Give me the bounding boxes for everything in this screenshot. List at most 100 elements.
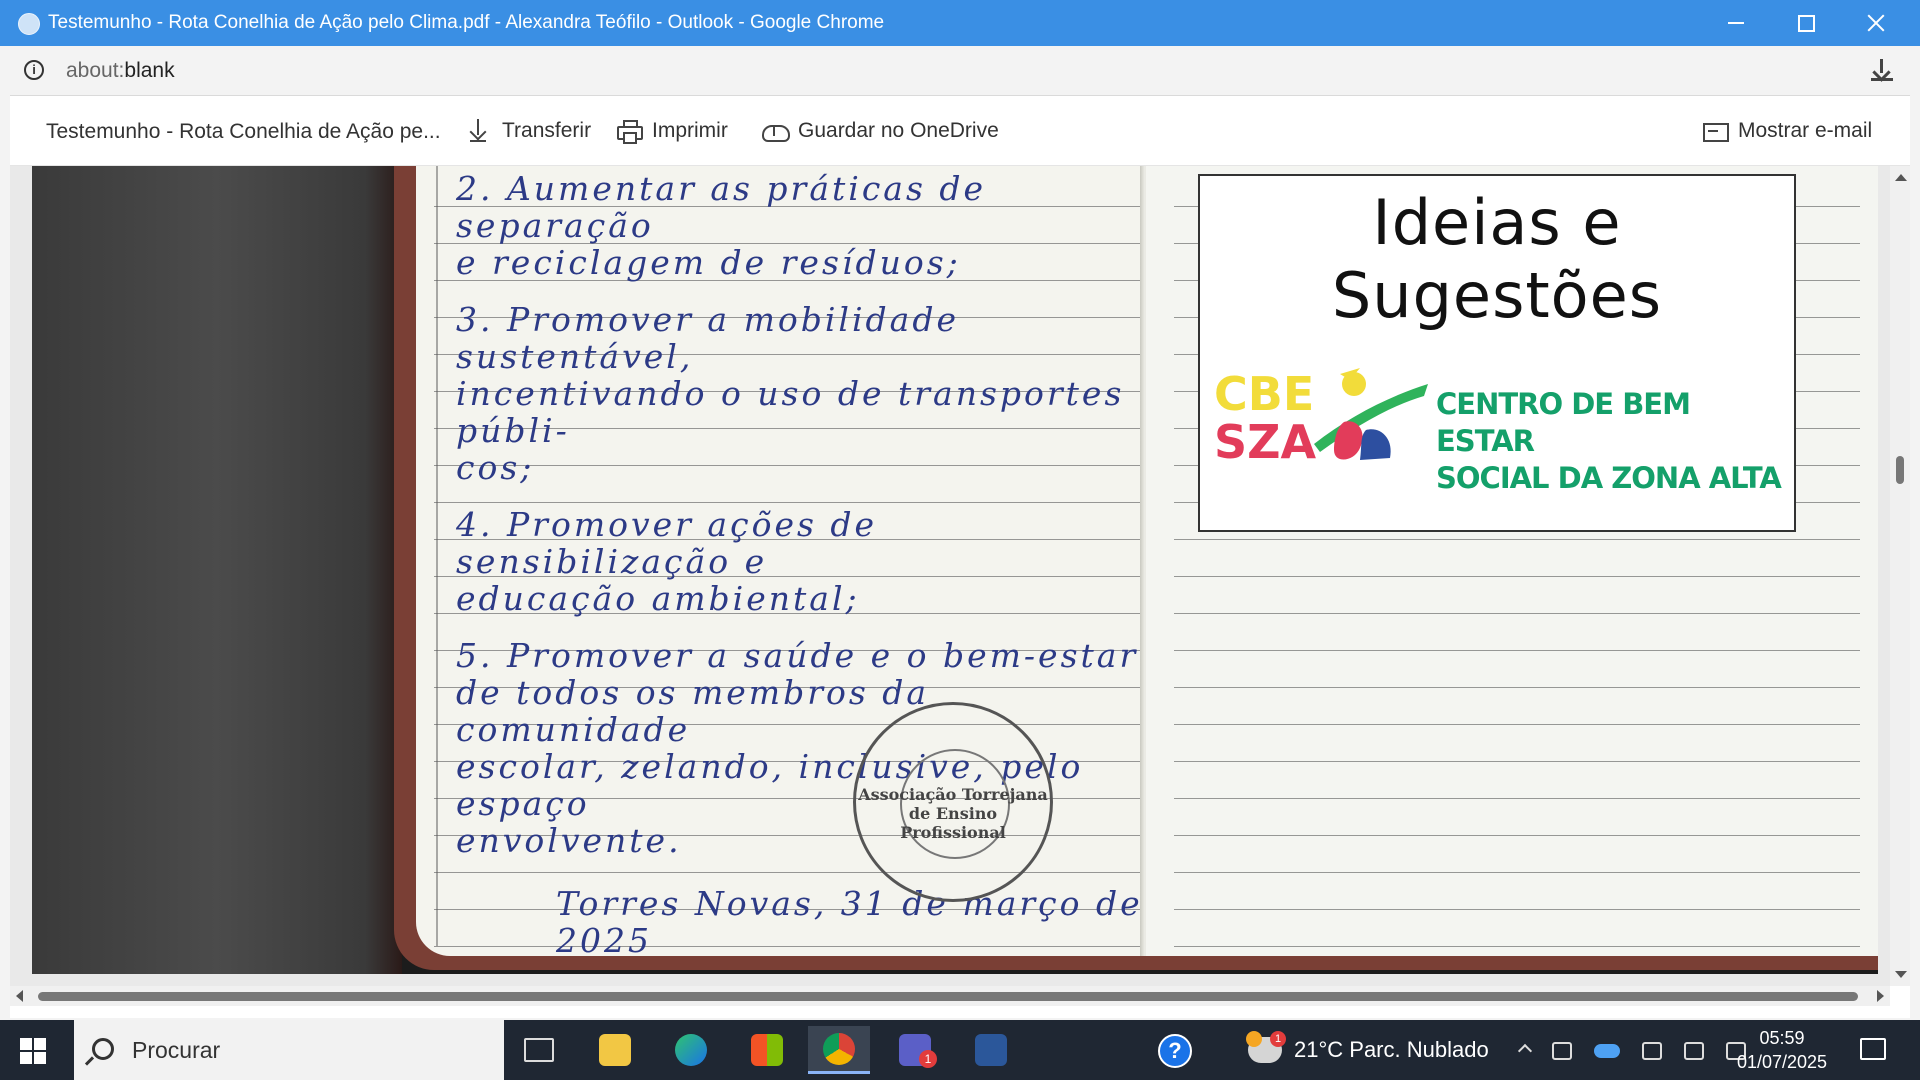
window-title: Testemunho - Rota Conelhia de Ação pelo … (48, 12, 885, 33)
weather-alert-badge: 1 (1270, 1031, 1286, 1047)
download-button[interactable]: Transferir (466, 118, 591, 144)
institution-stamp: Associação Torrejana de Ensino Profissio… (853, 702, 1053, 902)
scroll-left-arrow-icon[interactable] (16, 990, 23, 1002)
cloud-upload-icon (762, 118, 790, 144)
close-button[interactable] (1842, 0, 1910, 46)
handwritten-line: cos; (456, 448, 535, 487)
folder-icon (599, 1034, 631, 1066)
url-path: blank (124, 59, 175, 82)
handwritten-line: incentivando o uso de transportes públi- (456, 374, 1125, 450)
printer-icon (616, 118, 643, 144)
teams-icon: 1 (899, 1034, 937, 1068)
taskbar: Procurar 1 ? 1 21°C Parc. Nublado 05:59 … (0, 1020, 1920, 1080)
logo-name-line: SOCIAL DA ZONA ALTA (1436, 461, 1782, 495)
notifications-icon[interactable] (1860, 1038, 1886, 1060)
handwritten-text: 2. Aumentar as práticas de separação e r… (456, 170, 1156, 959)
system-tray (1517, 1038, 1746, 1064)
logo-abbr-line: CBE (1214, 367, 1315, 421)
camera-icon[interactable] (1642, 1042, 1662, 1060)
handwritten-line: 3. Promover a mobilidade sustentável, (456, 300, 959, 376)
weather-widget[interactable]: 1 21°C Parc. Nublado (1246, 1031, 1489, 1068)
logo-name-line: CENTRO DE BEM ESTAR (1436, 387, 1691, 458)
address-bar: i about:blank (10, 46, 1910, 96)
download-icon (466, 118, 492, 144)
print-label: Imprimir (652, 119, 728, 142)
pdf-viewer: Testemunho - Rota Conelhia de Ação pe...… (10, 96, 1910, 1018)
ideas-card: Ideias e Sugestões CBE SZA CENTRO DE BEM… (1198, 174, 1796, 532)
maximize-icon (1797, 14, 1815, 32)
vertical-scrollbar[interactable] (1890, 166, 1910, 986)
url-field[interactable]: about:blank (66, 59, 175, 83)
logo-figure-icon (1314, 368, 1428, 460)
taskbar-search[interactable]: Procurar (74, 1020, 504, 1080)
scroll-right-arrow-icon[interactable] (1877, 990, 1884, 1002)
handwritten-line: educação ambiental; (456, 579, 860, 618)
email-view-icon (1702, 118, 1729, 144)
edge-icon (675, 1034, 707, 1066)
teams-badge: 1 (919, 1050, 937, 1068)
horizontal-scrollbar[interactable] (10, 986, 1890, 1006)
logo-abbreviation: CBE SZA (1214, 370, 1316, 466)
notebook-left-page: 2. Aumentar as práticas de separação e r… (416, 166, 1168, 960)
handwritten-line: 4. Promover ações de sensibilização e (456, 505, 878, 581)
handwritten-line: 5. Promover a saúde e o bem-estar (456, 636, 1139, 675)
minimize-button[interactable] (1702, 0, 1770, 46)
scanned-page: 2. Aumentar as práticas de separação e r… (32, 166, 1878, 974)
handwritten-line: 2. Aumentar as práticas de separação (456, 169, 987, 245)
chevron-up-icon[interactable] (1517, 1043, 1533, 1059)
chrome-button[interactable] (808, 1026, 870, 1074)
task-view-icon (524, 1038, 554, 1062)
list-item: 4. Promover ações de sensibilização e ed… (456, 506, 1156, 617)
vertical-scroll-thumb[interactable] (1896, 456, 1904, 484)
help-icon[interactable]: ? (1158, 1034, 1192, 1068)
maximize-button[interactable] (1772, 0, 1840, 46)
onedrive-label: Guardar no OneDrive (798, 119, 999, 142)
list-item: 5. Promover a saúde e o bem-estar de tod… (456, 637, 1156, 859)
word-button[interactable] (960, 1026, 1022, 1074)
store-button[interactable] (736, 1026, 798, 1074)
minimize-icon (1728, 22, 1744, 24)
stamp-text: Associação Torrejana de Ensino Profissio… (858, 785, 1048, 842)
clock-time: 05:59 (1759, 1028, 1805, 1048)
show-email-label: Mostrar e-mail (1738, 119, 1873, 142)
notebook-right-page: Ideias e Sugestões CBE SZA CENTRO DE BEM… (1146, 166, 1878, 960)
handwritten-line: envolvente. (456, 821, 682, 860)
place-date-signature: Torres Novas, 31 de março de 2025 (556, 884, 1143, 960)
file-explorer-button[interactable] (584, 1026, 646, 1074)
speaker-muted-icon[interactable] (1552, 1042, 1572, 1060)
viewer-toolbar: Testemunho - Rota Conelhia de Ação pe...… (10, 96, 1910, 166)
onedrive-icon[interactable] (1594, 1044, 1620, 1058)
start-button[interactable] (20, 1038, 46, 1064)
show-email-button[interactable]: Mostrar e-mail (1702, 118, 1872, 144)
word-icon (975, 1034, 1007, 1066)
battery-icon[interactable] (1684, 1042, 1704, 1060)
file-name: Testemunho - Rota Conelhia de Ação pe... (46, 120, 441, 143)
search-icon (92, 1038, 114, 1060)
teams-button[interactable]: 1 (884, 1026, 946, 1074)
print-button[interactable]: Imprimir (616, 118, 728, 144)
store-icon (751, 1034, 783, 1066)
url-scheme: about: (66, 59, 125, 82)
clock[interactable]: 05:59 01/07/2025 (1734, 1026, 1830, 1074)
clock-date: 01/07/2025 (1736, 1052, 1828, 1072)
downloads-button[interactable] (1868, 56, 1896, 84)
logo-abbr-line: SZA (1214, 415, 1317, 469)
scan-shadow (32, 166, 402, 974)
scroll-up-arrow-icon[interactable] (1895, 174, 1907, 181)
globe-icon (18, 13, 40, 35)
cbesza-logo: CBE SZA CENTRO DE BEM ESTAR SOCIAL DA ZO… (1214, 356, 1784, 495)
close-icon (1867, 14, 1885, 32)
list-item: 2. Aumentar as práticas de separação e r… (456, 170, 1156, 281)
weather-text: 21°C Parc. Nublado (1294, 1037, 1489, 1062)
document-area[interactable]: 2. Aumentar as práticas de separação e r… (10, 166, 1910, 986)
scroll-down-arrow-icon[interactable] (1895, 971, 1907, 978)
task-view-button[interactable] (508, 1026, 570, 1074)
list-item: 3. Promover a mobilidade sustentável, in… (456, 301, 1156, 486)
logo-name: CENTRO DE BEM ESTAR SOCIAL DA ZONA ALTA (1436, 386, 1784, 497)
site-info-icon[interactable]: i (24, 60, 44, 80)
card-title: Ideias e Sugestões (1331, 186, 1663, 332)
window-title-bar: Testemunho - Rota Conelhia de Ação pelo … (0, 0, 1920, 46)
edge-button[interactable] (660, 1026, 722, 1074)
horizontal-scroll-thumb[interactable] (38, 992, 1858, 1001)
save-onedrive-button[interactable]: Guardar no OneDrive (762, 118, 999, 144)
